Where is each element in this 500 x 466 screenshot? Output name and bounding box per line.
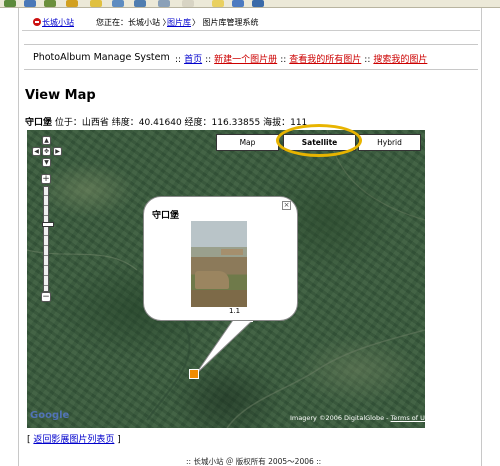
toolbar-icon[interactable] bbox=[24, 0, 36, 7]
nav-bar: PhotoAlbum Manage System :: 首页:: 新建一个图片册::… bbox=[24, 44, 478, 70]
nav-links: :: 首页:: 新建一个图片册:: 查看我的所有图片:: 搜索我的图片 bbox=[172, 52, 427, 65]
breadcrumb: 长城小站 您正在：长城小站 〉 图片库 〉 图片库管理系统 bbox=[22, 14, 480, 31]
back-link-wrapper: [ 返回影展图片列表页 ] bbox=[27, 435, 121, 445]
breadcrumb-site-link[interactable]: 长城小站 bbox=[42, 17, 74, 28]
map-type-map-button[interactable]: Map bbox=[216, 134, 279, 151]
location-name: 守口堡 bbox=[25, 118, 53, 128]
zoom-in-icon[interactable]: + bbox=[41, 174, 51, 184]
nav-my-photos-link[interactable]: 查看我的所有图片 bbox=[289, 55, 361, 65]
nav-separator: :: bbox=[205, 55, 212, 65]
zoom-out-icon[interactable]: − bbox=[41, 292, 51, 302]
zoom-tick bbox=[44, 285, 48, 286]
zoom-tick bbox=[44, 265, 48, 266]
nav-separator: :: bbox=[175, 55, 182, 65]
browser-toolbar bbox=[0, 0, 500, 8]
toolbar-icon[interactable] bbox=[212, 0, 224, 7]
toolbar-icon[interactable] bbox=[232, 0, 244, 7]
breadcrumb-current: 〉 图片库管理系统 bbox=[192, 18, 259, 27]
map-marker-icon[interactable] bbox=[189, 369, 199, 379]
location-details: 位于：山西省 纬度：40.41640 经度：116.33855 海拔：111 bbox=[54, 118, 308, 128]
site-icon bbox=[33, 18, 41, 26]
arrow-right-icon[interactable]: ▶ bbox=[53, 147, 62, 156]
zoom-tick bbox=[44, 235, 48, 236]
nav-separator: :: bbox=[280, 55, 287, 65]
toolbar-icon[interactable] bbox=[90, 0, 102, 7]
map-type-hybrid-button[interactable]: Hybrid bbox=[358, 134, 421, 151]
satellite-highlight-ring bbox=[276, 124, 362, 157]
toolbar-icon[interactable] bbox=[134, 0, 146, 7]
toolbar-icon[interactable] bbox=[66, 0, 78, 7]
info-window-pointer bbox=[195, 320, 254, 375]
toolbar-icon[interactable] bbox=[252, 0, 264, 7]
zoom-tick bbox=[44, 245, 48, 246]
toolbar-icon[interactable] bbox=[4, 0, 16, 7]
breadcrumb-you-are-at: 您正在：长城小站 〉 bbox=[96, 18, 171, 27]
zoom-tick bbox=[44, 275, 48, 276]
map-attribution: Imagery ©2006 DigitalGlobe - Terms of Us… bbox=[290, 414, 432, 422]
zoom-slider-track[interactable] bbox=[43, 186, 49, 292]
app-title: PhotoAlbum Manage System bbox=[33, 52, 170, 63]
terms-of-use-link[interactable]: Terms of Use bbox=[391, 414, 433, 422]
arrow-left-icon[interactable]: ◀ bbox=[32, 147, 41, 156]
toolbar-icon[interactable] bbox=[44, 0, 56, 7]
center-icon[interactable]: ✥ bbox=[42, 147, 51, 156]
footer: :: 长城小站 ＠ 版权所有 2005～2006 :: bbox=[186, 457, 322, 466]
nav-search-photos-link[interactable]: 搜索我的图片 bbox=[373, 55, 427, 65]
close-icon[interactable]: × bbox=[282, 201, 291, 210]
location-photo[interactable] bbox=[191, 221, 247, 307]
toolbar-icon[interactable] bbox=[158, 0, 170, 7]
location-info: 守口堡 位于：山西省 纬度：40.41640 经度：116.33855 海拔：1… bbox=[25, 115, 307, 128]
zoom-slider-knob[interactable] bbox=[42, 222, 54, 228]
arrow-down-icon[interactable]: ▼ bbox=[42, 158, 51, 167]
zoom-tick bbox=[44, 255, 48, 256]
arrow-up-icon[interactable]: ▲ bbox=[42, 136, 51, 145]
google-logo: Google bbox=[30, 410, 70, 421]
attribution-text: Imagery ©2006 DigitalGlobe - bbox=[290, 414, 391, 422]
info-window-title: 守口堡 bbox=[152, 211, 180, 221]
nav-home-link[interactable]: 首页 bbox=[184, 55, 202, 65]
back-to-list-link[interactable]: 返回影展图片列表页 bbox=[33, 435, 114, 445]
nav-separator: :: bbox=[364, 55, 371, 65]
nav-new-album-link[interactable]: 新建一个图片册 bbox=[214, 55, 277, 65]
zoom-tick bbox=[44, 215, 48, 216]
page-title: View Map bbox=[25, 88, 96, 103]
zoom-tick bbox=[44, 195, 48, 196]
toolbar-icon[interactable] bbox=[182, 0, 194, 7]
photo-caption: 1.1 bbox=[229, 307, 241, 315]
breadcrumb-gallery-link[interactable]: 图片库 bbox=[167, 17, 191, 28]
zoom-tick bbox=[44, 205, 48, 206]
toolbar-icon[interactable] bbox=[112, 0, 124, 7]
